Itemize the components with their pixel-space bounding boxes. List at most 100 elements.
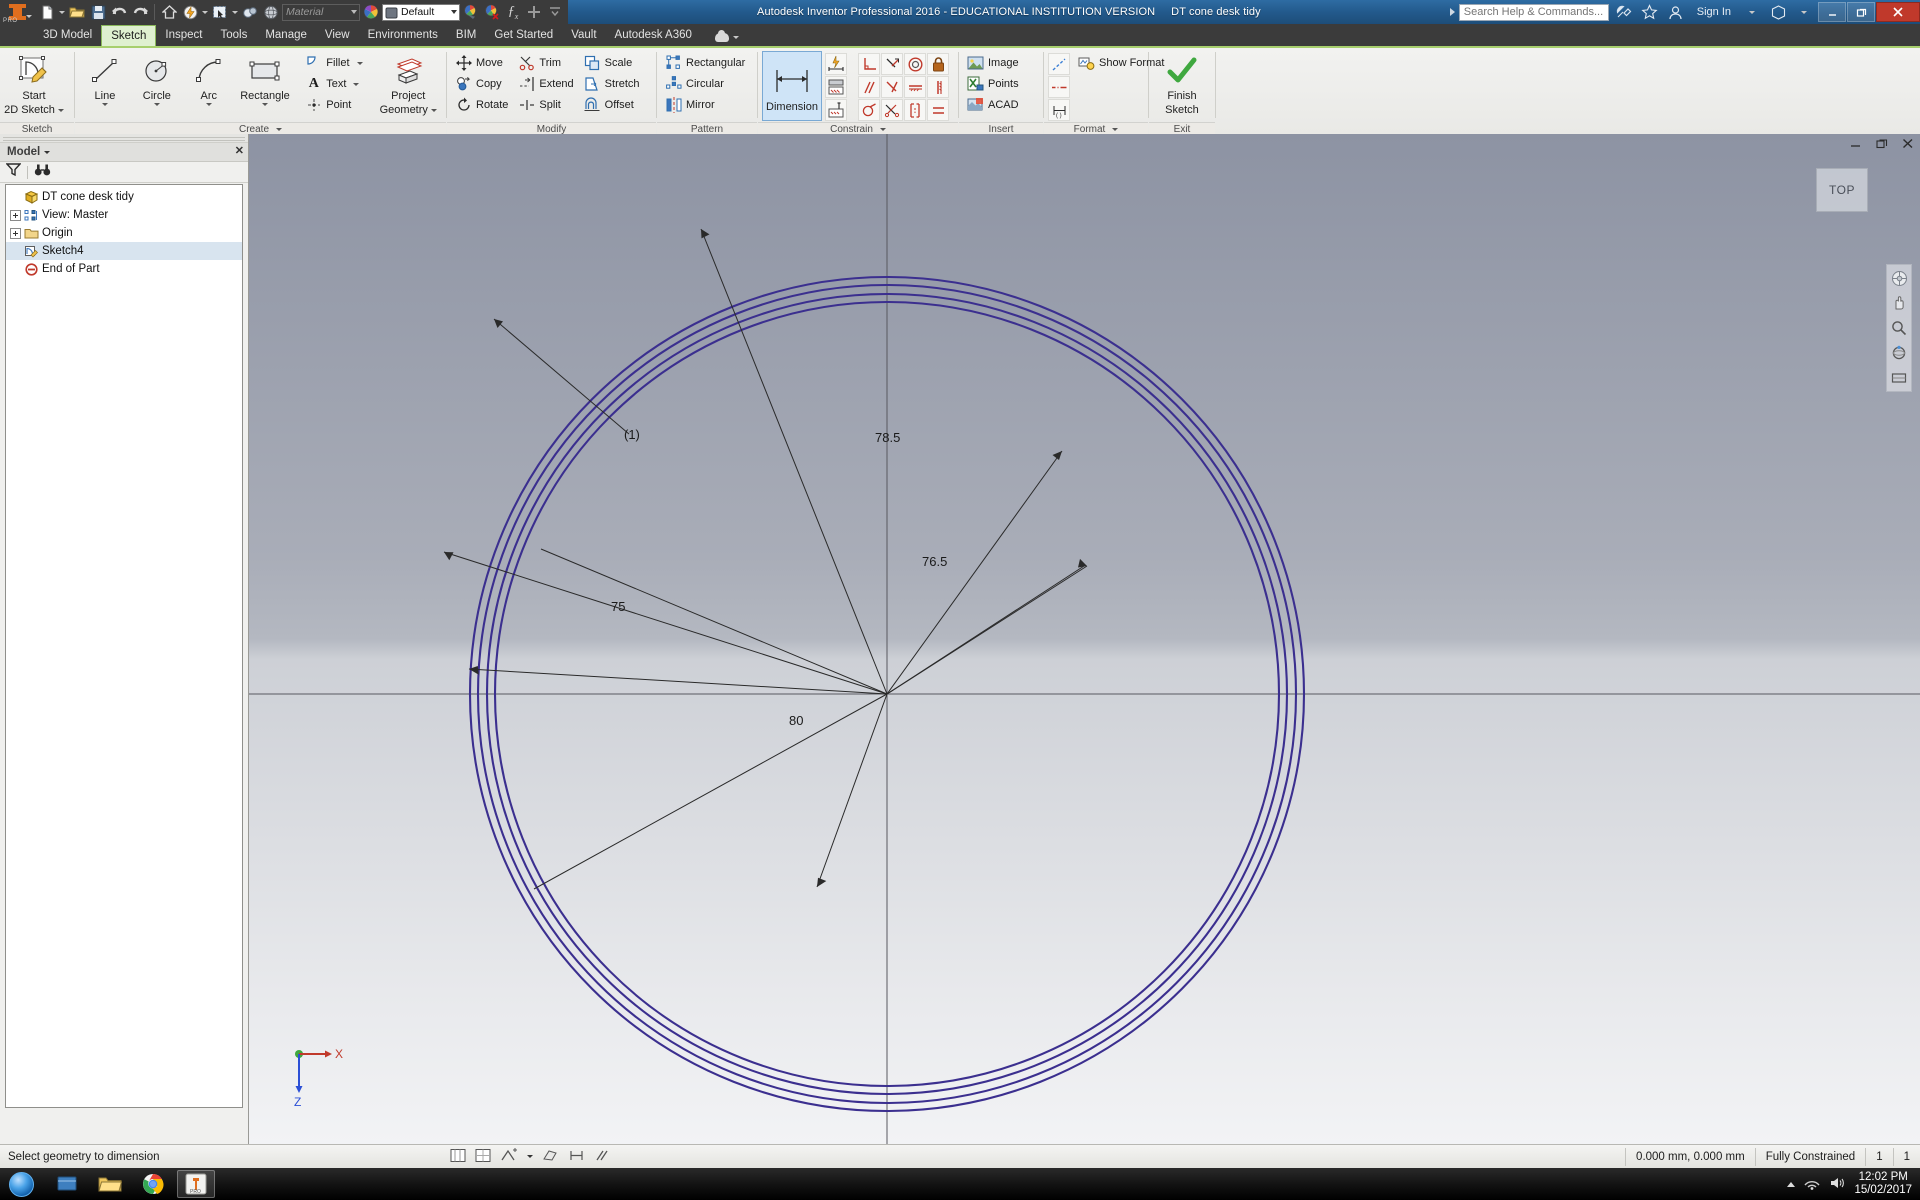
tree-node-part[interactable]: DT cone desk tidy — [6, 188, 242, 206]
doc-minimize-icon[interactable] — [1848, 136, 1864, 150]
constraint-display-icon[interactable] — [594, 1148, 611, 1166]
sign-in-label[interactable]: Sign In — [1691, 6, 1737, 18]
visual-style-icon[interactable] — [240, 2, 260, 22]
start-button[interactable] — [0, 1169, 42, 1199]
tree-node-sketch4[interactable]: Sketch4 — [6, 242, 242, 260]
perpendicular-icon[interactable] — [858, 53, 880, 75]
close-button[interactable] — [1876, 2, 1920, 22]
sketch-visibility-icon[interactable] — [450, 1148, 466, 1166]
folder-open-icon[interactable] — [67, 2, 87, 22]
arc-button[interactable]: Arc — [183, 51, 235, 106]
paint-icon[interactable] — [461, 2, 481, 22]
appearance-combo-arrow-icon[interactable] — [451, 10, 457, 14]
search-input[interactable] — [1458, 3, 1609, 21]
minimize-button[interactable] — [1818, 2, 1846, 22]
material-combo-arrow-icon[interactable] — [351, 10, 357, 14]
points-button[interactable]: Points — [963, 74, 1023, 94]
cloud-dropdown-icon[interactable] — [732, 36, 739, 39]
format-panel-caret-icon[interactable] — [1112, 128, 1119, 131]
line-button[interactable]: Line — [79, 51, 131, 106]
undo-arrow-icon[interactable] — [109, 2, 129, 22]
mirror-button[interactable]: Mirror — [661, 95, 749, 115]
find-binoculars-icon[interactable] — [34, 163, 51, 182]
tab-3d-model[interactable]: 3D Model — [34, 25, 101, 46]
redo-arrow-icon[interactable] — [130, 2, 150, 22]
plus-icon[interactable] — [524, 2, 544, 22]
centerline-icon[interactable] — [1048, 76, 1070, 98]
app-menu-caret-icon[interactable] — [26, 15, 32, 18]
browser-grip[interactable] — [0, 134, 248, 143]
appearance-combo[interactable]: Default — [382, 3, 460, 21]
select-icon[interactable] — [210, 2, 230, 22]
start-2d-sketch-caret-icon[interactable] — [57, 109, 64, 112]
vertical-icon[interactable] — [927, 76, 949, 98]
collinear-icon[interactable] — [904, 99, 926, 121]
text-button[interactable]: A Text — [301, 74, 366, 94]
tab-vault[interactable]: Vault — [562, 25, 605, 46]
constraint-settings-icon[interactable] — [825, 99, 847, 121]
point-button[interactable]: Point — [301, 95, 366, 115]
tree-node-end-of-part[interactable]: End of Part — [6, 260, 242, 278]
browser-dropdown-icon[interactable] — [44, 150, 51, 154]
tree-node-origin[interactable]: Origin — [6, 224, 242, 242]
circular-pattern-button[interactable]: Circular — [661, 74, 749, 94]
tab-environments[interactable]: Environments — [359, 25, 447, 46]
taskbar-item-chrome[interactable] — [134, 1170, 172, 1198]
home-icon[interactable] — [159, 2, 179, 22]
equal-icon[interactable] — [927, 99, 949, 121]
taskbar-item-inventor[interactable]: PRO — [177, 1170, 215, 1198]
project-geometry-button[interactable]: Project Geometry — [375, 51, 442, 116]
snap-dropdown-icon[interactable] — [527, 1155, 533, 1158]
acad-button[interactable]: ACAD — [963, 95, 1023, 115]
tab-view[interactable]: View — [316, 25, 359, 46]
select-dropdown-icon[interactable] — [231, 2, 239, 22]
slice-graphics-icon[interactable] — [542, 1148, 559, 1166]
taskbar-item-folder[interactable] — [91, 1170, 129, 1198]
fillet-caret-icon[interactable] — [356, 61, 363, 65]
new-document-icon[interactable] — [37, 2, 57, 22]
start-2d-sketch-button[interactable]: Start 2D Sketch — [4, 51, 64, 116]
line-caret-icon[interactable] — [101, 103, 108, 106]
fix-lock-icon[interactable] — [927, 53, 949, 75]
fx-icon[interactable]: ƒx — [503, 2, 523, 22]
tab-inspect[interactable]: Inspect — [156, 25, 211, 46]
doc-close-icon[interactable] — [1900, 136, 1916, 150]
inventor-app-logo[interactable]: PRO — [0, 0, 34, 24]
coincident-icon[interactable] — [881, 53, 903, 75]
trim-button[interactable]: Trim — [514, 53, 577, 73]
dimension-display-icon[interactable] — [568, 1148, 585, 1166]
tab-get-started[interactable]: Get Started — [485, 25, 562, 46]
signin-dropdown-icon[interactable] — [1741, 1, 1763, 23]
create-panel-caret-icon[interactable] — [276, 128, 282, 131]
construction-line-icon[interactable] — [1048, 53, 1070, 75]
expander-origin-icon[interactable] — [10, 227, 21, 239]
clear-paint-icon[interactable] — [482, 2, 502, 22]
expander-view-master-icon[interactable] — [10, 209, 21, 221]
fillet-button[interactable]: Fillet — [301, 53, 366, 73]
new-dropdown-icon[interactable] — [58, 2, 66, 22]
search-expand-icon[interactable] — [1449, 8, 1455, 16]
auto-dimension-icon[interactable] — [825, 53, 847, 75]
tab-sketch[interactable]: Sketch — [101, 25, 157, 46]
help-icon[interactable] — [1767, 1, 1789, 23]
color-wheel-icon[interactable] — [361, 2, 381, 22]
tab-tools[interactable]: Tools — [211, 25, 256, 46]
help-dropdown-icon[interactable] — [1793, 1, 1815, 23]
project-geometry-caret-icon[interactable] — [430, 109, 437, 112]
extend-button[interactable]: Extend — [514, 74, 577, 94]
tree-node-view-master[interactable]: View: Master — [6, 206, 242, 224]
arc-caret-icon[interactable] — [205, 103, 212, 106]
model-tree[interactable]: DT cone desk tidy View: Master Origin Sk… — [5, 184, 243, 1108]
lightning-dropdown-icon[interactable] — [201, 2, 209, 22]
text-caret-icon[interactable] — [353, 82, 360, 86]
taskbar-item-explorer[interactable] — [48, 1170, 86, 1198]
tab-manage[interactable]: Manage — [256, 25, 316, 46]
dimension-button[interactable]: Dimension — [762, 51, 822, 121]
parallel-icon[interactable] — [858, 76, 880, 98]
grid-display-icon[interactable] — [475, 1148, 491, 1166]
tab-autodesk-a360[interactable]: Autodesk A360 — [606, 25, 701, 46]
a360-cloud-status[interactable] — [714, 30, 739, 46]
stretch-button[interactable]: Stretch — [580, 74, 644, 94]
constrain-panel-caret-icon[interactable] — [879, 128, 886, 131]
symmetric-icon[interactable] — [881, 99, 903, 121]
